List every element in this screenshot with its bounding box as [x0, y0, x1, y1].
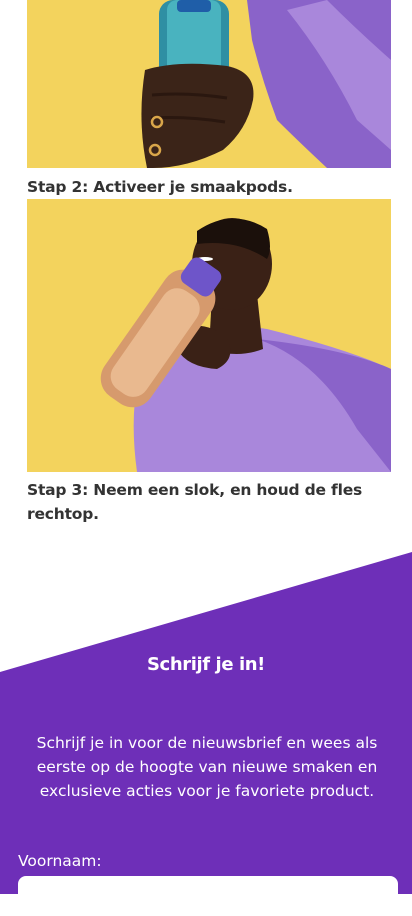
step-2-caption: Stap 2: Activeer je smaakpods. [27, 178, 293, 196]
step-3-caption: Stap 3: Neem een slok, en houd de fles r… [27, 481, 363, 523]
step-1-photo [27, 0, 391, 168]
step-2-photo [27, 199, 391, 472]
first-name-field[interactable] [18, 876, 398, 916]
signup-description: Schrijf je in voor de nieuwsbrief en wee… [36, 734, 378, 800]
first-name-label: Voornaam: [18, 852, 102, 870]
newsletter-signup-section: Schrijf je in! Schrijf je in voor de nie… [0, 550, 412, 916]
signup-title: Schrijf je in! [146, 654, 265, 675]
signup-background [0, 552, 412, 894]
